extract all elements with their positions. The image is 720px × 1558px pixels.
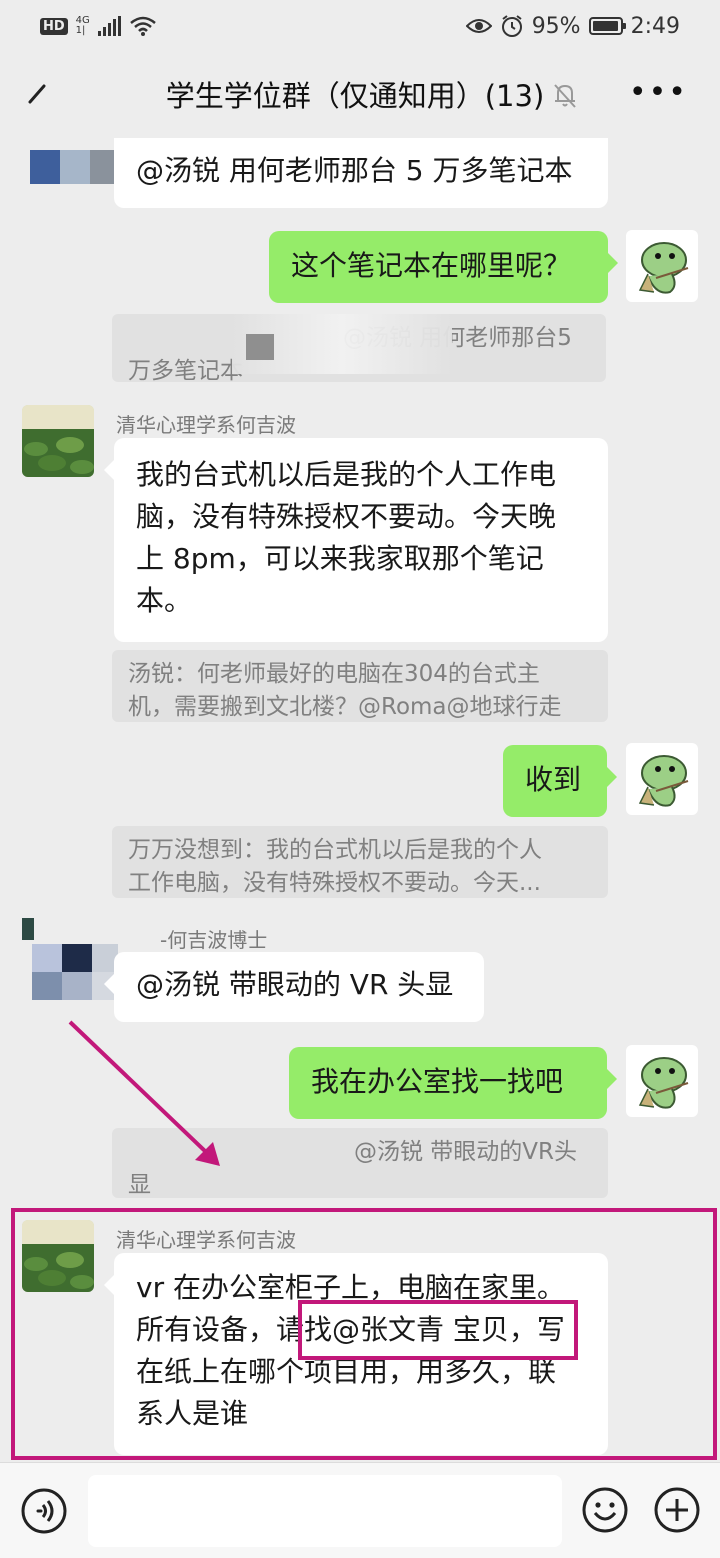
quote-line: 显 bbox=[128, 1172, 151, 1198]
alarm-icon bbox=[501, 15, 522, 37]
status-right: 95% 2:49 bbox=[465, 13, 680, 39]
dino-avatar[interactable] bbox=[626, 1045, 698, 1117]
message-text: 我在办公室找一找吧 bbox=[311, 1065, 564, 1098]
network-type: 4G 1| bbox=[76, 16, 90, 36]
message-text: 这个笔记本在哪里呢？ bbox=[291, 249, 572, 282]
eye-icon bbox=[465, 19, 492, 33]
wifi-icon bbox=[129, 16, 156, 36]
quote-line: 机，需要搬到文北楼？@Roma@地球行走 bbox=[128, 694, 562, 720]
message-bubble[interactable]: 我在办公室找一找吧 bbox=[289, 1047, 617, 1119]
message-input[interactable] bbox=[88, 1475, 562, 1547]
battery-fill bbox=[592, 21, 618, 31]
message-text: @汤锐 用何老师那台 5 万多笔记本 bbox=[136, 154, 573, 187]
network-sub-label: 1| bbox=[75, 25, 86, 36]
sender-name: -何吉波博士 bbox=[160, 928, 268, 952]
blurred-avatar bbox=[30, 150, 122, 184]
status-bar: HD 4G 1| 95% 2:49 bbox=[0, 0, 720, 52]
message-bubble[interactable]: @汤锐 用何老师那台 5 万多笔记本 bbox=[114, 138, 608, 208]
message-line: 我的台式机以后是我的个人工作电 bbox=[136, 458, 557, 491]
quote-line: 万万没想到：我的台式机以后是我的个人 bbox=[128, 837, 542, 863]
lotus-avatar[interactable] bbox=[22, 405, 94, 477]
message-text: @汤锐 带眼动的 VR 头显 bbox=[136, 968, 454, 1001]
signal-icon bbox=[97, 16, 121, 36]
voice-icon[interactable] bbox=[20, 1487, 68, 1535]
message-bubble[interactable]: 收到 bbox=[503, 745, 617, 817]
quoted-reply[interactable]: @汤锐 用何老师那台5 万多笔记本 bbox=[112, 314, 606, 384]
sender-name: 清华心理学系何吉波 bbox=[116, 413, 296, 437]
plus-icon[interactable] bbox=[652, 1485, 702, 1535]
message-bubble[interactable]: 我的台式机以后是我的个人工作电 脑，没有特殊授权不要动。今天晚 上 8pm，可以… bbox=[104, 438, 608, 642]
annotation-box-inner bbox=[298, 1300, 578, 1360]
message-line: 本。 bbox=[136, 584, 193, 617]
more-dots-icon[interactable]: ••• bbox=[629, 78, 688, 108]
message-line: 上 8pm，可以来我家取那个笔记 bbox=[136, 542, 544, 575]
quote-line: @汤锐 带眼动的VR头 bbox=[354, 1139, 578, 1165]
message-bubble[interactable]: 这个笔记本在哪里呢？ bbox=[269, 231, 618, 303]
status-left: HD 4G 1| bbox=[40, 15, 157, 37]
hd-badge: HD bbox=[40, 17, 68, 35]
dino-avatar[interactable] bbox=[626, 230, 698, 302]
chat-header: 学生学位群（仅通知用）(13) ••• bbox=[0, 52, 720, 136]
battery-icon bbox=[588, 17, 626, 35]
bell-muted-icon bbox=[554, 84, 576, 108]
chat-title[interactable]: 学生学位群（仅通知用）(13) bbox=[0, 73, 720, 115]
quoted-reply[interactable]: 万万没想到：我的台式机以后是我的个人 工作电脑，没有特殊授权不要动。今天... bbox=[112, 826, 608, 898]
dino-avatar[interactable] bbox=[626, 743, 698, 815]
message-line: 脑，没有特殊授权不要动。今天晚 bbox=[136, 500, 557, 533]
blurred-square bbox=[246, 334, 274, 360]
back-arrow-icon[interactable] bbox=[18, 72, 58, 112]
quote-line: 工作电脑，没有特殊授权不要动。今天... bbox=[128, 870, 541, 896]
clock: 2:49 bbox=[630, 13, 680, 39]
quoted-reply[interactable]: @汤锐 带眼动的VR头 显 bbox=[112, 1128, 608, 1198]
input-bar bbox=[0, 1462, 720, 1558]
message-text: 收到 bbox=[525, 763, 582, 796]
quoted-reply[interactable]: 汤锐：何老师最好的电脑在304的台式主 机，需要搬到文北楼？@Roma@地球行走 bbox=[112, 650, 608, 722]
quote-line: 汤锐：何老师最好的电脑在304的台式主 bbox=[128, 661, 540, 687]
battery-percent: 95% bbox=[531, 13, 581, 39]
message-bubble[interactable]: @汤锐 带眼动的 VR 头显 bbox=[104, 952, 484, 1022]
emoji-icon[interactable] bbox=[580, 1485, 630, 1535]
